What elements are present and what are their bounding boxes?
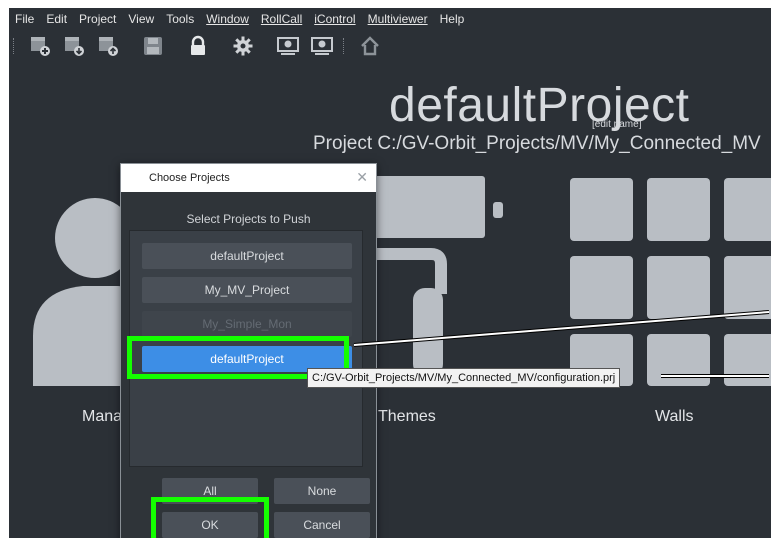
app-window: File Edit Project View Tools Window Roll… <box>9 8 771 538</box>
callout-lines <box>353 310 770 378</box>
